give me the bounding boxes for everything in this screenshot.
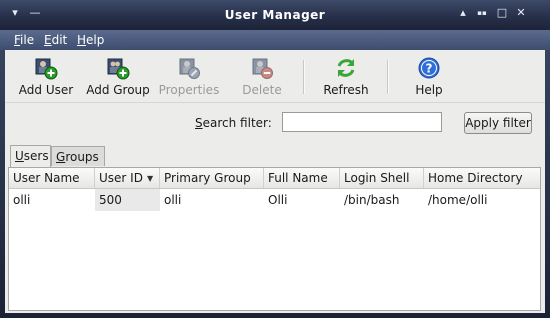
delete-button[interactable]: Delete <box>237 56 287 100</box>
refresh-label: Refresh <box>323 83 369 97</box>
column-user-id[interactable]: User ID ▼ <box>95 168 160 188</box>
add-group-icon <box>107 58 130 80</box>
svg-text:?: ? <box>426 62 433 76</box>
column-home-directory-label: Home Directory <box>428 171 523 185</box>
toolbar-separator <box>303 60 305 94</box>
refresh-button[interactable]: Refresh <box>319 56 373 100</box>
help-icon: ? <box>418 57 440 79</box>
tab-groups-label: roups <box>65 150 99 164</box>
delete-icon <box>252 58 273 79</box>
cell-user-name: olli <box>13 193 31 207</box>
main-area: Add User Add Group Properties Delete Ref… <box>5 50 545 313</box>
menu-help[interactable]: Help <box>77 33 104 47</box>
search-filter-label: Search filter: <box>195 116 272 130</box>
menu-help-mnemonic: H <box>77 33 87 47</box>
tab-groups[interactable]: Groups <box>51 146 105 166</box>
cell-login-shell: /bin/bash <box>344 193 400 207</box>
menu-edit-mnemonic: E <box>44 33 52 47</box>
column-user-name-label: User Name <box>13 171 80 185</box>
search-filter-label-text: earch filter: <box>202 116 272 130</box>
add-group-button[interactable]: Add Group <box>84 56 152 100</box>
apply-filter-button[interactable]: Apply filter <box>464 112 532 134</box>
sort-descending-icon: ▼ <box>146 174 154 183</box>
search-filter-input[interactable] <box>282 112 442 132</box>
close-icon[interactable]: ✕ <box>514 6 528 20</box>
add-group-label: Add Group <box>86 83 150 97</box>
cell-full-name: Olli <box>268 193 288 207</box>
search-filter-mnemonic: S <box>195 116 203 130</box>
add-user-button[interactable]: Add User <box>14 56 78 100</box>
column-user-id-label: User ID <box>99 171 143 185</box>
table-row[interactable]: olli 500 olli Olli /bin/bash /home/olli <box>9 189 540 211</box>
help-label: Help <box>415 83 443 97</box>
toolbar: Add User Add Group Properties Delete Ref… <box>5 50 545 103</box>
properties-button[interactable]: Properties <box>157 56 221 100</box>
table-header: User Name User ID ▼ Primary Group Full Na… <box>9 168 540 189</box>
keep-above-icon[interactable]: ▴ <box>456 6 470 20</box>
menu-edit-label: dit <box>51 33 68 47</box>
properties-icon <box>179 58 200 79</box>
tab-users-mnemonic: U <box>15 149 24 163</box>
user-manager-window: ▾ — User Manager ▴ ▪▪ □ ✕ File Edit Help… <box>0 0 550 318</box>
tab-users[interactable]: Users <box>10 145 51 167</box>
cell-primary-group: olli <box>164 193 182 207</box>
column-login-shell-label: Login Shell <box>344 171 410 185</box>
menu-file[interactable]: File <box>14 33 34 47</box>
menu-edit[interactable]: Edit <box>44 33 67 47</box>
add-user-label: Add User <box>18 83 74 97</box>
toolbar-separator <box>387 60 389 94</box>
column-full-name-label: Full Name <box>268 171 328 185</box>
title-bar: ▾ — User Manager ▴ ▪▪ □ ✕ <box>0 0 550 30</box>
column-primary-group[interactable]: Primary Group <box>160 168 264 188</box>
properties-label: Properties <box>158 83 220 97</box>
add-user-icon <box>35 58 58 80</box>
menu-file-label: ile <box>20 33 35 47</box>
delete-label: Delete <box>242 83 282 97</box>
menu-help-label: elp <box>86 33 105 47</box>
column-login-shell[interactable]: Login Shell <box>340 168 424 188</box>
users-table: User Name User ID ▼ Primary Group Full Na… <box>8 167 541 311</box>
maximize-icon[interactable]: □ <box>495 6 509 20</box>
tab-users-label: sers <box>23 149 49 163</box>
help-button[interactable]: ? Help <box>404 56 454 100</box>
menu-bar: File Edit Help <box>0 30 550 50</box>
column-primary-group-label: Primary Group <box>164 171 251 185</box>
tab-groups-mnemonic: G <box>56 150 66 164</box>
column-home-directory[interactable]: Home Directory <box>424 168 540 188</box>
refresh-icon <box>337 59 355 77</box>
minimize-icon[interactable]: ▪▪ <box>475 6 489 20</box>
cell-home-directory: /home/olli <box>428 193 488 207</box>
column-full-name[interactable]: Full Name <box>264 168 340 188</box>
cell-user-id: 500 <box>95 189 160 211</box>
column-user-name[interactable]: User Name <box>9 168 95 188</box>
